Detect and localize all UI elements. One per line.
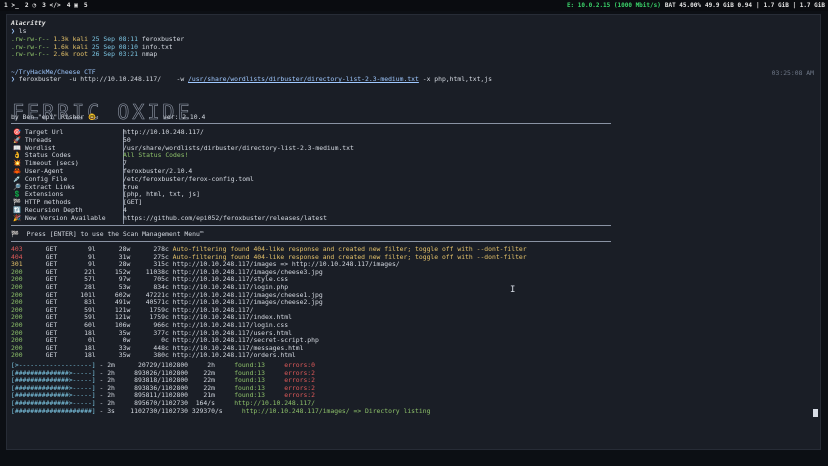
word-count: 35w <box>95 351 131 360</box>
workspace-2[interactable]: 2 ◔ <box>25 2 36 9</box>
status-code: 200 <box>11 351 23 360</box>
config-label-text: Extensions <box>21 190 64 199</box>
config-label-text: User-Agent <box>21 167 64 175</box>
config-label-text: Threads <box>21 135 52 144</box>
workspace-5[interactable]: 5 <box>84 2 88 9</box>
config-label-text: HTTP methods <box>21 198 72 207</box>
prompt-icon: ❯ <box>11 27 15 35</box>
config-value: All Status Codes! <box>123 151 189 160</box>
status-separator: | <box>755 2 760 9</box>
progress-rate: 329370/s <box>191 406 242 415</box>
config-value: http://10.10.248.117/ <box>123 128 204 136</box>
separator-top <box>11 123 611 124</box>
progress-found: http://10.10.248.117/images/ => Director… <box>241 406 450 415</box>
config-label-text: Extract Links <box>21 182 75 191</box>
file-date: 26 Sep 03:21 <box>91 50 142 59</box>
status-bar: 1 ≻_ 2 ◔ 3 </> 4 ▣ 5 E: 10.0.2.15 (1000 … <box>0 0 828 11</box>
separator-bottom <box>11 241 611 242</box>
separator-middle <box>11 225 611 226</box>
memory-status: 49.9 GiB 0.94 <box>704 2 752 9</box>
prompt-icon: ❯ <box>11 75 15 83</box>
result-url[interactable]: http://10.10.248.117/orders.html <box>173 351 296 360</box>
config-label-text: Config File <box>21 174 68 183</box>
command-suffix: -x php,html,txt,js <box>418 75 492 83</box>
system-status: E: 10.0.2.15 (1000 Mbit/s) BAT 45.00% 49… <box>567 2 828 9</box>
result-row: 200 GET 18l 35w 380c http://10.10.248.11… <box>11 352 296 360</box>
progress-time: - 3s <box>95 406 131 415</box>
byline: by Ben "epi" Risher 🤓 <box>11 113 96 121</box>
config-label-text: New Version Available <box>21 213 106 222</box>
network-status: E: 10.0.2.15 (1000 Mbit/s) <box>566 2 661 9</box>
version-label: ver: 2.10.4 <box>163 113 206 121</box>
wordlist-path[interactable]: /usr/share/wordlists/dirbuster/directory… <box>188 75 419 83</box>
config-label-text: Wordlist <box>21 143 56 152</box>
mouse-text-cursor-icon: I <box>510 285 516 295</box>
line-count: 18l <box>57 351 96 360</box>
workspace-3[interactable]: 3 </> <box>42 2 61 9</box>
file-permissions: .rw-rw-r-- <box>11 50 54 59</box>
file-size: 2.6k <box>53 50 73 59</box>
progress-row: [####################] - 3s 1102730/1102… <box>11 406 450 416</box>
scan-menu-hint: 🏁 Press [ENTER] to use the Scan Manageme… <box>11 230 204 238</box>
progress-count: 1102730/1102730 <box>130 406 192 415</box>
disk-status: 1.7 GiB | 1.7 GiB <box>763 2 825 9</box>
terminal-window[interactable]: Alacritty ❯ ls .rw-rw-r-- 1.3k kali 25 S… <box>6 14 821 450</box>
config-label-text: Target Url <box>21 128 64 136</box>
config-label-text: Recursion Depth <box>21 206 83 214</box>
command-feroxbuster: ❯ feroxbuster -u http://10.10.248.117/ -… <box>11 75 492 84</box>
file-owner: root <box>72 50 92 59</box>
prompt-timestamp: 03:25:08 AM <box>771 69 814 77</box>
progress-bar: [####################] <box>11 406 96 415</box>
config-label-text: Timeout (secs) <box>21 159 79 168</box>
config-icon: 🎉 <box>13 213 21 222</box>
char-count: 380c <box>130 351 173 360</box>
config-value: https://github.com/epi052/feroxbuster/re… <box>123 213 327 222</box>
workspace-1[interactable]: 1 ≻_ <box>4 2 19 9</box>
config-label-text: Status Codes <box>21 151 72 160</box>
file-name: nmap <box>141 50 158 59</box>
terminal-cursor <box>813 409 818 417</box>
http-method: GET <box>22 351 58 360</box>
workspace-4[interactable]: 4 ▣ <box>67 2 78 9</box>
config-value: /etc/feroxbuster/ferox-config.toml <box>123 174 254 183</box>
config-label: 🎉 New Version Available <box>13 213 106 223</box>
command-prefix: feroxbuster -u http://10.10.248.117/ -w <box>18 75 189 83</box>
ls-line: .rw-rw-r-- 2.6k root 26 Sep 03:21 nmap <box>11 51 157 59</box>
command-text: ls <box>18 27 27 35</box>
battery-status: BAT 45.00% <box>664 2 701 9</box>
workspace-list: 1 ≻_ 2 ◔ 3 </> 4 ▣ 5 <box>0 2 88 9</box>
